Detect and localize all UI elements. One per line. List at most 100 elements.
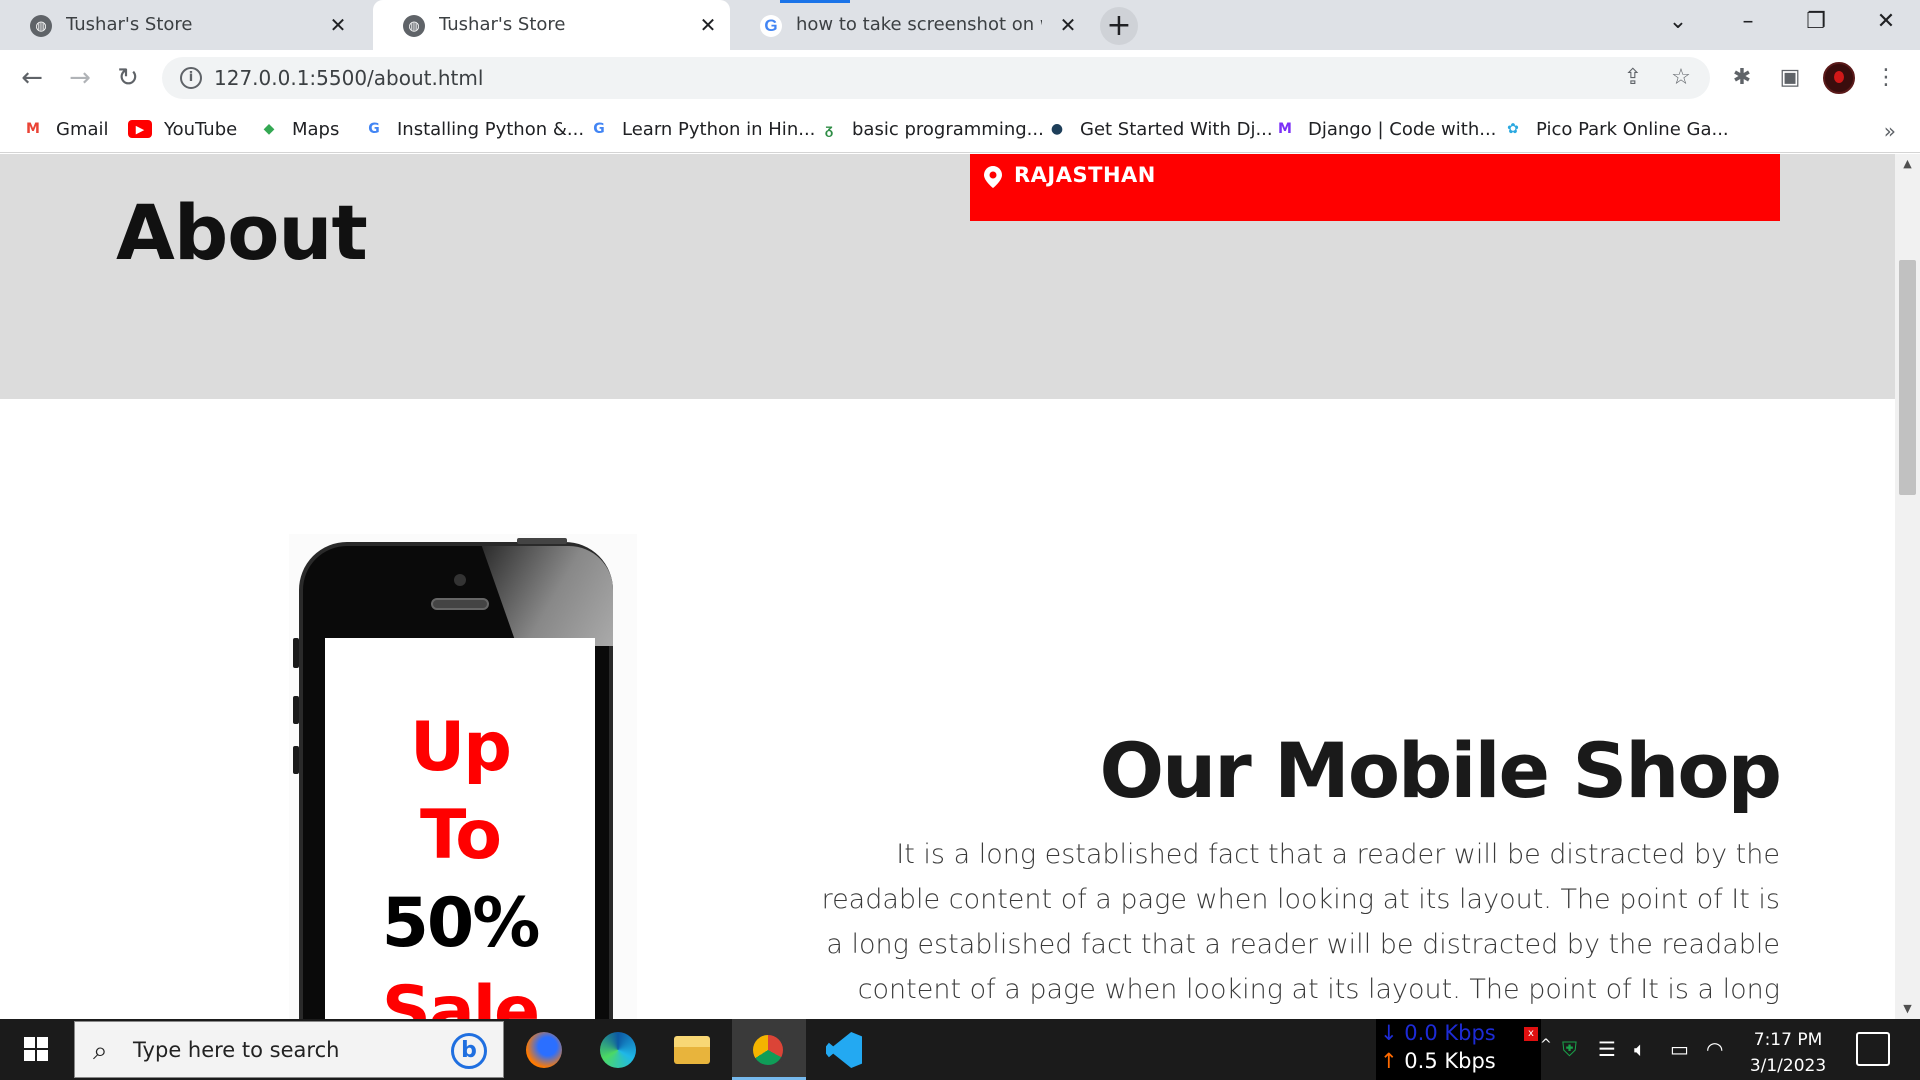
vscode-icon[interactable] (808, 1019, 882, 1080)
scroll-down-icon[interactable]: ▼ (1895, 999, 1920, 1019)
close-icon[interactable]: ✕ (1056, 13, 1080, 37)
page-title: About (116, 188, 368, 277)
tab-strip: ◍ Tushar's Store ✕ ◍ Tushar's Store ✕ G … (0, 0, 1920, 50)
promo-line: 50% (381, 884, 541, 963)
security-shield-icon[interactable]: ⛨ (1562, 1037, 1577, 1061)
download-speed: ↓ 0.0 Kbps (1380, 1021, 1496, 1045)
bookmark-maps[interactable]: ◆ Maps (258, 115, 340, 143)
share-icon[interactable]: ⇪ (1618, 63, 1648, 93)
bookmark-label: basic programming... (852, 118, 1044, 140)
profile-avatar[interactable] (1823, 62, 1855, 94)
promo-line: Up (410, 708, 512, 787)
clock-time: 7:17 PM (1753, 1030, 1823, 1050)
phone-power-button (517, 538, 567, 544)
url-text[interactable]: 127.0.0.1:5500/about.html (214, 66, 483, 90)
close-icon[interactable]: ✕ (696, 13, 720, 37)
maps-icon: ◆ (263, 121, 275, 137)
phone-side-button (293, 696, 299, 724)
volume-icon[interactable]: 🔈︎ (1634, 1037, 1646, 1061)
bookmark-pico-park[interactable]: ✿ Pico Park Online Ga... (1502, 115, 1729, 143)
firefox-icon[interactable] (508, 1019, 582, 1080)
search-placeholder[interactable]: Type here to search (133, 1038, 339, 1062)
phone-speaker (431, 598, 489, 610)
start-button[interactable] (0, 1019, 72, 1080)
bookmark-installing-python[interactable]: G Installing Python &... (363, 115, 584, 143)
phone-screen: Up To 50% Sale (325, 638, 595, 1019)
loading-indicator (780, 0, 850, 3)
bookmark-label: Pico Park Online Ga... (1536, 118, 1729, 140)
bookmark-label: Maps (292, 118, 340, 140)
upload-speed: ↑ 0.5 Kbps (1380, 1049, 1496, 1073)
download-speed-value: 0.0 Kbps (1404, 1021, 1496, 1045)
file-explorer-icon[interactable] (656, 1019, 730, 1080)
location-banner: RAJASTHAN (970, 154, 1780, 221)
folder-logo (674, 1036, 710, 1064)
notification-center-icon[interactable] (1856, 1032, 1890, 1066)
taskbar-clock[interactable]: 7:17 PM 3/1/2023 (1728, 1027, 1848, 1079)
network-speed-meter: ↓ 0.0 Kbps ↑ 0.5 Kbps x (1376, 1019, 1541, 1080)
forward-icon[interactable]: → (60, 58, 100, 98)
restore-icon[interactable]: ❐ (1782, 0, 1850, 44)
window-close-icon[interactable]: ✕ (1852, 0, 1920, 44)
tab-tushars-store-1[interactable]: ◍ Tushar's Store ✕ (0, 0, 360, 50)
youtube-icon: ▶ (128, 120, 152, 138)
edge-logo (600, 1032, 636, 1068)
page-scrollbar[interactable]: ▲ ▼ (1895, 154, 1920, 1019)
phone-camera (454, 574, 466, 586)
taskbar-search[interactable]: ⌕ Type here to search b (74, 1021, 504, 1078)
reload-icon[interactable]: ↻ (108, 58, 148, 98)
menu-icon[interactable]: ⋮ (1870, 62, 1902, 94)
pico-park-icon: ✿ (1507, 121, 1519, 137)
tab-tushars-store-2[interactable]: ◍ Tushar's Store ✕ (373, 0, 730, 50)
firefox-logo (526, 1032, 562, 1068)
phone-side-button (293, 746, 299, 774)
bookmark-label: Learn Python in Hin... (622, 118, 816, 140)
site-info-icon[interactable]: i (180, 67, 202, 89)
bookmark-label: Installing Python &... (397, 118, 585, 140)
tab-title: Tushar's Store (66, 14, 193, 35)
edge-icon[interactable] (582, 1019, 656, 1080)
side-panel-icon[interactable]: ▣ (1774, 62, 1806, 94)
search-icon: ⌕ (93, 1036, 108, 1066)
bookmark-label: Django | Code with... (1308, 118, 1497, 140)
google-icon: G (760, 15, 782, 37)
bookmark-star-icon[interactable]: ☆ (1666, 63, 1696, 93)
bookmark-gmail[interactable]: M Gmail (22, 115, 109, 143)
bing-icon[interactable]: b (451, 1033, 487, 1069)
bookmark-get-started-django[interactable]: ● Get Started With Dj... (1046, 115, 1273, 143)
bookmark-django-code-with[interactable]: M Django | Code with... (1274, 115, 1496, 143)
windows-logo-icon-part (24, 1050, 35, 1061)
extensions-icon[interactable]: ✱ (1726, 62, 1758, 94)
back-icon[interactable]: ← (12, 58, 52, 98)
gmail-icon: M (26, 121, 40, 137)
minimize-icon[interactable]: – (1714, 0, 1782, 44)
chrome-logo (750, 1032, 786, 1068)
vscode-logo (826, 1032, 862, 1068)
tab-search-icon[interactable]: ⌄ (1644, 0, 1712, 44)
meter-close-icon[interactable]: x (1524, 1027, 1538, 1041)
scroll-up-icon[interactable]: ▲ (1895, 154, 1920, 174)
google-icon: G (593, 121, 605, 137)
phone-side-button (293, 638, 299, 668)
promo-line: Sale (381, 972, 540, 1019)
address-bar[interactable]: i 127.0.0.1:5500/about.html ⇪ ☆ (162, 57, 1710, 99)
close-icon[interactable]: ✕ (326, 13, 350, 37)
windows-logo-icon-part (37, 1050, 48, 1061)
bookmark-label: YouTube (164, 118, 238, 140)
bookmark-youtube[interactable]: ▶ YouTube (128, 115, 237, 143)
bookmark-label: Gmail (56, 118, 109, 140)
globe-icon: ◍ (403, 15, 425, 37)
promo-line: To (419, 796, 502, 875)
tab-google-search[interactable]: G how to take screenshot on windo ✕ (730, 0, 1090, 50)
screen: ◍ Tushar's Store ✕ ◍ Tushar's Store ✕ G … (0, 0, 1920, 1080)
new-tab-button[interactable]: + (1100, 7, 1138, 45)
meet-now-icon[interactable]: ☰ (1598, 1037, 1616, 1061)
bookmark-learn-python[interactable]: G Learn Python in Hin... (588, 115, 815, 143)
tray-chevron-icon[interactable]: ^ (1540, 1037, 1552, 1053)
bookmark-basic-programming[interactable]: ᵹ basic programming... (818, 115, 1044, 143)
bookmarks-overflow-icon[interactable]: » (1884, 119, 1896, 143)
battery-icon[interactable]: ▭ (1670, 1037, 1689, 1061)
chrome-icon[interactable] (732, 1019, 806, 1080)
wifi-icon[interactable]: ◠ (1706, 1037, 1723, 1061)
scrollbar-thumb[interactable] (1899, 260, 1916, 495)
